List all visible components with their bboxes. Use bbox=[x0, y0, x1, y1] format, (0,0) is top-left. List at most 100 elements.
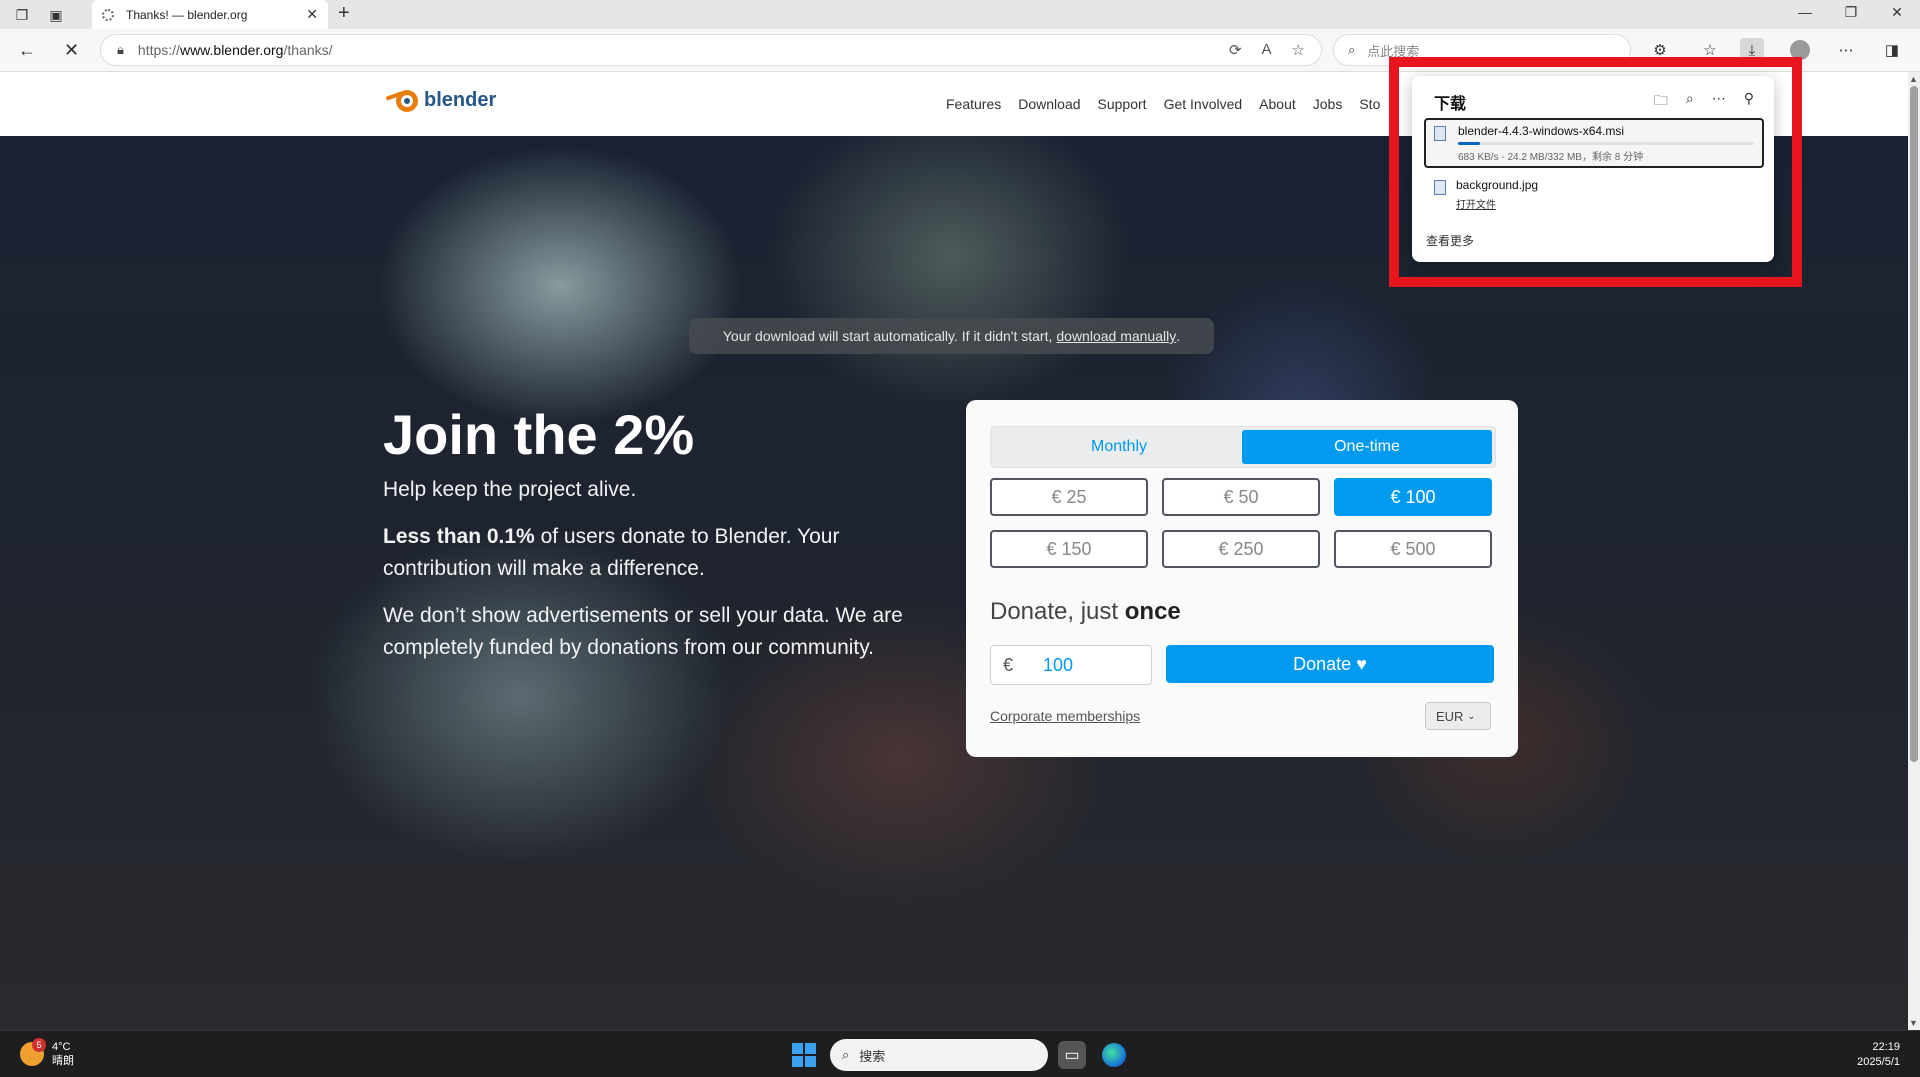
nav-store[interactable]: Sto bbox=[1359, 96, 1380, 112]
download-name: background.jpg bbox=[1456, 178, 1539, 192]
loading-icon bbox=[102, 8, 114, 21]
back-icon[interactable]: ← bbox=[18, 40, 36, 61]
download-name: blender-4.4.3-windows-x64.msi bbox=[1458, 124, 1625, 138]
nav-about[interactable]: About bbox=[1259, 96, 1296, 112]
new-tab-icon[interactable]: + bbox=[338, 2, 350, 25]
donation-pitch: Join the 2% Help keep the project alive.… bbox=[383, 404, 943, 679]
currency-select[interactable]: EUR ⌄ bbox=[1425, 702, 1491, 730]
pitch-subheading: Help keep the project alive. bbox=[383, 477, 637, 501]
edge-browser-icon[interactable] bbox=[1100, 1041, 1128, 1069]
clock-date: 2025/5/1 bbox=[1857, 1056, 1900, 1068]
blender-logo-icon bbox=[385, 86, 420, 114]
restore-icon[interactable]: ❐ bbox=[1836, 4, 1866, 21]
tab-active[interactable]: Thanks! — blender.org ✕ bbox=[92, 0, 328, 29]
download-item-msi[interactable]: blender-4.4.3-windows-x64.msi 683 KB/s -… bbox=[1424, 118, 1764, 168]
weather-widget[interactable]: 5 4°C 晴朗 bbox=[20, 1038, 74, 1068]
tab-actions-icon[interactable]: ▣ bbox=[46, 5, 66, 25]
workspaces-icon[interactable]: ❐ bbox=[12, 5, 32, 25]
task-view-icon[interactable]: ▭ bbox=[1058, 1041, 1086, 1069]
scroll-thumb[interactable] bbox=[1910, 86, 1918, 762]
url-path: /thanks/ bbox=[283, 42, 333, 58]
system-clock[interactable]: 22:19 2025/5/1 bbox=[1857, 1040, 1900, 1070]
pitch-stat-bold: Less than 0.1% bbox=[383, 524, 535, 548]
amount-250-button[interactable]: € 250 bbox=[1162, 530, 1320, 568]
amount-100-button[interactable]: € 100 bbox=[1334, 478, 1492, 516]
more-options-icon[interactable]: ⋯ bbox=[1712, 90, 1726, 114]
chevron-down-icon: ⌄ bbox=[1467, 710, 1476, 722]
search-icon: ⌕ bbox=[842, 1047, 850, 1062]
taskbar-search-placeholder: 搜索 bbox=[859, 1048, 886, 1064]
scroll-up-icon[interactable]: ▲ bbox=[1909, 74, 1918, 84]
weather-temp: 4°C bbox=[52, 1041, 71, 1053]
notice-end: . bbox=[1176, 328, 1181, 344]
download-item-jpg[interactable]: background.jpg 打开文件 bbox=[1424, 176, 1764, 220]
see-more-link[interactable]: 查看更多 bbox=[1426, 232, 1474, 249]
page-scrollbar[interactable]: ▲ ▼ bbox=[1908, 72, 1920, 1030]
download-progress-fill bbox=[1458, 142, 1480, 145]
nav-support[interactable]: Support bbox=[1098, 96, 1147, 112]
nav-jobs[interactable]: Jobs bbox=[1313, 96, 1343, 112]
amount-150-button[interactable]: € 150 bbox=[990, 530, 1148, 568]
clock-time: 22:19 bbox=[1872, 1041, 1900, 1053]
pitch-stat: Less than 0.1% of users donate to Blende… bbox=[383, 521, 943, 585]
blender-logo[interactable]: blender bbox=[385, 86, 497, 114]
taskbar-search[interactable]: ⌕ 搜索 bbox=[830, 1039, 1048, 1071]
download-manually-link[interactable]: download manually bbox=[1056, 328, 1176, 344]
favorite-star-icon[interactable]: ☆ bbox=[1292, 41, 1305, 59]
tab-title: Thanks! — blender.org bbox=[126, 7, 248, 22]
download-meta: 683 KB/s - 24.2 MB/332 MB，剩余 8 分钟 bbox=[1458, 152, 1644, 163]
close-window-icon[interactable]: ✕ bbox=[1882, 4, 1912, 21]
donate-once-label: Donate, just once bbox=[990, 598, 1181, 626]
stop-icon[interactable]: ✕ bbox=[64, 40, 79, 61]
frequency-toggle: Monthly One-time bbox=[990, 426, 1496, 468]
more-menu-icon[interactable]: ⋯ bbox=[1834, 38, 1858, 62]
start-button[interactable] bbox=[792, 1043, 816, 1067]
open-folder-icon[interactable]: 🗀 bbox=[1654, 90, 1668, 114]
address-bar[interactable]: 🔒︎ https://www.blender.org/thanks/ ⟳ A ☆ bbox=[100, 34, 1322, 66]
installer-file-icon bbox=[1434, 126, 1446, 141]
download-notice: Your download will start automatically. … bbox=[689, 318, 1214, 354]
downloads-title: 下载 bbox=[1434, 96, 1467, 113]
downloads-panel: 下载 🗀 ⌕ ⋯ ⚲ blender-4.4.3-windows-x64.msi… bbox=[1412, 76, 1774, 262]
amount-value: 100 bbox=[1043, 654, 1074, 675]
sidebar-icon[interactable]: ◨ bbox=[1880, 38, 1904, 62]
amount-25-button[interactable]: € 25 bbox=[990, 478, 1148, 516]
logo-text: blender bbox=[424, 88, 497, 111]
notification-badge: 5 bbox=[32, 1038, 46, 1052]
search-icon: ⌕ bbox=[1348, 42, 1356, 57]
one-time-button[interactable]: One-time bbox=[1242, 430, 1492, 464]
currency-value: EUR bbox=[1436, 708, 1464, 724]
taskbar: 5 4°C 晴朗 ⌕ 搜索 ▭ 22:19 2025/5/1 bbox=[0, 1030, 1920, 1077]
weather-icon: 5 bbox=[20, 1038, 46, 1066]
pitch-heading: Join the 2% bbox=[383, 403, 695, 466]
donate-card: Monthly One-time € 25 € 50 € 100 € 150 €… bbox=[966, 400, 1518, 757]
currency-symbol: € bbox=[1003, 654, 1014, 675]
nav-get-involved[interactable]: Get Involved bbox=[1164, 96, 1243, 112]
notice-text: Your download will start automatically. … bbox=[722, 328, 1053, 344]
amount-500-button[interactable]: € 500 bbox=[1334, 530, 1492, 568]
nav-download[interactable]: Download bbox=[1018, 96, 1080, 112]
refresh-page-icon[interactable]: ⟳ bbox=[1229, 41, 1242, 59]
pitch-ads: We don’t show advertisements or sell you… bbox=[383, 603, 903, 659]
corporate-memberships-link[interactable]: Corporate memberships bbox=[990, 708, 1140, 724]
lock-icon[interactable]: 🔒︎ bbox=[117, 42, 124, 58]
donate-button-label: Donate bbox=[1293, 653, 1352, 674]
url-host: www.blender.org bbox=[179, 42, 284, 58]
search-downloads-icon[interactable]: ⌕ bbox=[1686, 90, 1694, 114]
monthly-button[interactable]: Monthly bbox=[994, 430, 1244, 464]
pin-icon[interactable]: ⚲ bbox=[1744, 90, 1754, 114]
close-tab-icon[interactable]: ✕ bbox=[306, 6, 318, 23]
amount-50-button[interactable]: € 50 bbox=[1162, 478, 1320, 516]
donate-once-prefix: Donate, just bbox=[990, 598, 1125, 625]
read-aloud-icon[interactable]: A bbox=[1262, 41, 1272, 59]
scroll-down-icon[interactable]: ▼ bbox=[1909, 1018, 1918, 1028]
weather-desc: 晴朗 bbox=[52, 1055, 74, 1067]
donate-button[interactable]: Donate ♥ bbox=[1166, 645, 1494, 683]
donate-once-bold: once bbox=[1124, 598, 1181, 625]
tab-bar: ❐ ▣ Thanks! — blender.org ✕ + — ❐ ✕ bbox=[0, 0, 1920, 29]
open-file-link[interactable]: 打开文件 bbox=[1456, 196, 1496, 211]
heart-icon: ♥ bbox=[1356, 653, 1367, 674]
minimize-icon[interactable]: — bbox=[1790, 4, 1820, 20]
custom-amount-field[interactable]: € 100 bbox=[990, 645, 1152, 685]
nav-features[interactable]: Features bbox=[946, 96, 1001, 112]
